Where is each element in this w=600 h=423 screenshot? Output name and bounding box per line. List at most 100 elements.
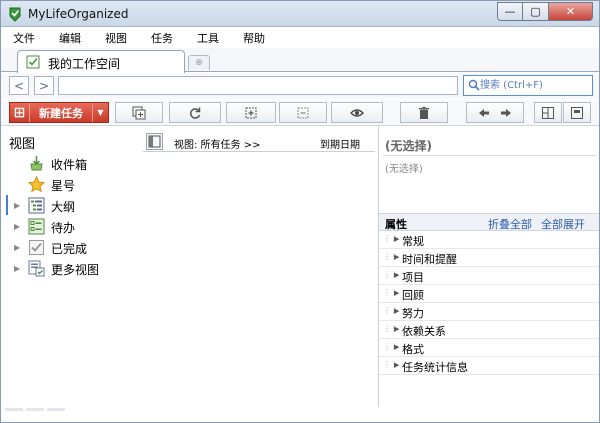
current-view-selector[interactable]: 视图: 所有任务 >> bbox=[174, 136, 260, 151]
property-section-review[interactable]: ⋮⋮ ▶ 回顾 bbox=[379, 285, 599, 303]
new-tab-button[interactable]: ⊕ bbox=[188, 55, 210, 70]
add-subtask-button[interactable] bbox=[115, 102, 163, 123]
property-section-project[interactable]: ⋮⋮ ▶ 项目 bbox=[379, 267, 599, 285]
expand-arrow-icon[interactable]: ▶ bbox=[14, 222, 20, 231]
expand-arrow-icon: ▶ bbox=[394, 307, 400, 315]
view-item-completed[interactable]: ▶ 已完成 bbox=[1, 237, 143, 258]
view-item-label: 已完成 bbox=[51, 242, 88, 256]
view-item-label: 更多视图 bbox=[51, 263, 100, 277]
tab-my-workspace[interactable]: 我的工作空间 bbox=[17, 50, 185, 73]
property-section-label: 回顾 bbox=[402, 289, 424, 302]
maximize-button[interactable]: ▢ bbox=[523, 2, 549, 21]
expand-arrow-icon: ▶ bbox=[394, 271, 400, 279]
view-item-starred[interactable]: 星号 bbox=[1, 174, 143, 195]
expand-arrow-icon[interactable]: ▶ bbox=[14, 264, 20, 273]
view-item-label: 待办 bbox=[51, 221, 76, 235]
collapse-icon bbox=[297, 107, 309, 118]
expand-icon bbox=[245, 107, 257, 118]
forward-button[interactable]: > bbox=[34, 76, 54, 95]
todo-icon bbox=[28, 218, 45, 235]
view-layout-icon bbox=[148, 135, 161, 148]
property-section-label: 依赖关系 bbox=[402, 325, 446, 338]
property-section-general[interactable]: ⋮⋮ ▶ 常规 bbox=[379, 231, 599, 249]
menu-view[interactable]: 视图 bbox=[99, 30, 133, 46]
expand-arrow-icon: ▶ bbox=[394, 325, 400, 333]
menu-help[interactable]: 帮助 bbox=[237, 30, 271, 46]
sync-button[interactable] bbox=[169, 102, 221, 123]
layout-split-button[interactable] bbox=[534, 102, 562, 123]
navigation-bar: < > bbox=[1, 73, 599, 99]
view-layout-button[interactable] bbox=[146, 133, 163, 150]
views-pane: 视图 收件箱 星号 ▶ 大纲 ▶ 待办 ▶ 已完成 ▶ 更多视图 bbox=[1, 127, 143, 407]
back-button[interactable]: < bbox=[9, 76, 29, 95]
divider bbox=[383, 155, 595, 156]
new-task-dropdown-icon[interactable]: ▼ bbox=[92, 103, 108, 122]
new-task-button[interactable]: ⊞ 新建任务 ▼ bbox=[9, 102, 109, 123]
property-section-effort[interactable]: ⋮⋮ ▶ 努力 bbox=[379, 303, 599, 321]
minimize-button[interactable]: — bbox=[497, 2, 523, 21]
view-item-todo[interactable]: ▶ 待办 bbox=[1, 216, 143, 237]
search-box[interactable] bbox=[463, 75, 593, 96]
expand-arrow-icon: ▶ bbox=[394, 289, 400, 297]
property-section-task-statistics[interactable]: ⋮⋮ ▶ 任务统计信息 bbox=[379, 357, 599, 375]
show-hide-button[interactable] bbox=[331, 102, 383, 123]
menu-tools[interactable]: 工具 bbox=[191, 30, 225, 46]
search-input[interactable] bbox=[480, 77, 590, 94]
app-logo-icon bbox=[9, 7, 21, 22]
property-section-dependencies[interactable]: ⋮⋮ ▶ 依赖关系 bbox=[379, 321, 599, 339]
no-selection-title: (无选择) bbox=[385, 139, 432, 153]
views-pane-title: 视图 bbox=[9, 137, 36, 152]
app-window: MyLifeOrganized — ▢ ✕ 文件 编辑 视图 任务 工具 帮助 … bbox=[0, 0, 600, 423]
expand-all-link[interactable]: 全部展开 bbox=[541, 216, 585, 232]
outline-icon bbox=[28, 197, 45, 214]
properties-header: 属性 折叠全部 全部展开 bbox=[379, 213, 599, 232]
view-item-label: 大纲 bbox=[51, 200, 76, 214]
status-segment bbox=[26, 408, 44, 411]
property-section-label: 格式 bbox=[402, 343, 424, 356]
move-right-icon bbox=[501, 108, 511, 117]
properties-pane: (无选择) (无选择) 属性 折叠全部 全部展开 ⋮⋮ ▶ 常规 ⋮⋮ ▶ 时间… bbox=[378, 127, 599, 407]
view-item-label: 收件箱 bbox=[51, 158, 88, 172]
due-date-column-header[interactable]: 到期日期 bbox=[320, 136, 360, 151]
properties-label: 属性 bbox=[385, 218, 407, 231]
add-subtask-icon bbox=[132, 106, 146, 119]
expand-arrow-icon: ▶ bbox=[394, 343, 400, 351]
workspace-checklist-icon bbox=[26, 55, 40, 69]
menu-file[interactable]: 文件 bbox=[7, 30, 41, 46]
property-section-label: 常规 bbox=[402, 235, 424, 248]
new-task-label: 新建任务 bbox=[39, 106, 83, 120]
expand-arrow-icon: ▶ bbox=[394, 361, 400, 369]
no-selection-text: (无选择) bbox=[385, 164, 423, 175]
move-arrows-button[interactable] bbox=[466, 102, 524, 123]
collapse-all-link[interactable]: 折叠全部 bbox=[488, 216, 532, 232]
view-item-inbox[interactable]: 收件箱 bbox=[1, 153, 143, 174]
property-section-format[interactable]: ⋮⋮ ▶ 格式 bbox=[379, 339, 599, 357]
status-bar bbox=[1, 407, 599, 422]
view-item-label: 星号 bbox=[51, 179, 76, 193]
search-icon bbox=[468, 79, 480, 91]
address-bar[interactable] bbox=[58, 76, 458, 95]
view-item-more-views[interactable]: ▶ 更多视图 bbox=[1, 258, 143, 279]
expand-arrow-icon[interactable]: ▶ bbox=[14, 201, 20, 210]
close-button[interactable]: ✕ bbox=[549, 2, 593, 21]
star-icon bbox=[28, 176, 45, 193]
expand-arrow-icon[interactable]: ▶ bbox=[14, 243, 20, 252]
menu-bar: 文件 编辑 视图 任务 工具 帮助 bbox=[1, 28, 599, 48]
property-section-label: 努力 bbox=[402, 307, 424, 320]
new-task-plus-icon: ⊞ bbox=[10, 103, 30, 122]
expand-arrow-icon: ▶ bbox=[394, 253, 400, 261]
menu-edit[interactable]: 编辑 bbox=[53, 30, 87, 46]
inbox-icon bbox=[30, 156, 43, 171]
more-views-icon bbox=[28, 260, 45, 277]
expand-button[interactable] bbox=[226, 102, 276, 123]
view-item-outline[interactable]: ▶ 大纲 bbox=[1, 195, 143, 216]
sync-icon bbox=[190, 107, 201, 119]
layout-panel-button[interactable] bbox=[563, 102, 591, 123]
title-bar: MyLifeOrganized — ▢ ✕ bbox=[1, 1, 599, 27]
menu-task[interactable]: 任务 bbox=[145, 30, 179, 46]
window-controls: — ▢ ✕ bbox=[497, 2, 593, 21]
property-section-label: 任务统计信息 bbox=[402, 361, 468, 374]
delete-button[interactable] bbox=[400, 102, 448, 123]
property-section-time-reminders[interactable]: ⋮⋮ ▶ 时间和提醒 bbox=[379, 249, 599, 267]
collapse-button[interactable] bbox=[279, 102, 327, 123]
